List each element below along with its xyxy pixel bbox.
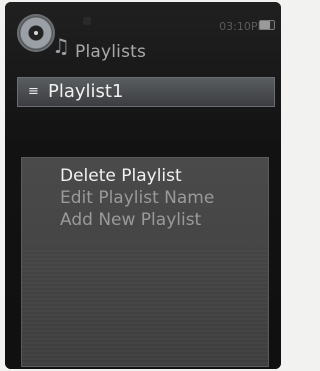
context-menu: Delete Playlist Edit Playlist Name Add N… [21, 157, 269, 368]
status-indicator-icon [83, 17, 91, 25]
screen: ♫ Playlists 03:10PM ≡ Playlist1 Delete P… [5, 2, 281, 369]
menu-background-pattern [22, 248, 268, 368]
header: ♫ Playlists 03:10PM [5, 2, 281, 74]
playlist-row[interactable]: ≡ Playlist1 [17, 77, 275, 107]
device-frame: ♫ Playlists 03:10PM ≡ Playlist1 Delete P… [5, 2, 281, 369]
menu-item-delete-playlist[interactable]: Delete Playlist [60, 166, 182, 186]
playlist-icon: ≡ [28, 84, 39, 99]
menu-item-edit-playlist-name[interactable]: Edit Playlist Name [60, 188, 214, 208]
playlist-label: Playlist1 [48, 81, 124, 102]
music-note-icon: ♫ [52, 34, 70, 58]
battery-icon [259, 20, 275, 30]
menu-item-add-new-playlist[interactable]: Add New Playlist [60, 210, 201, 230]
page-title: Playlists [75, 42, 147, 62]
